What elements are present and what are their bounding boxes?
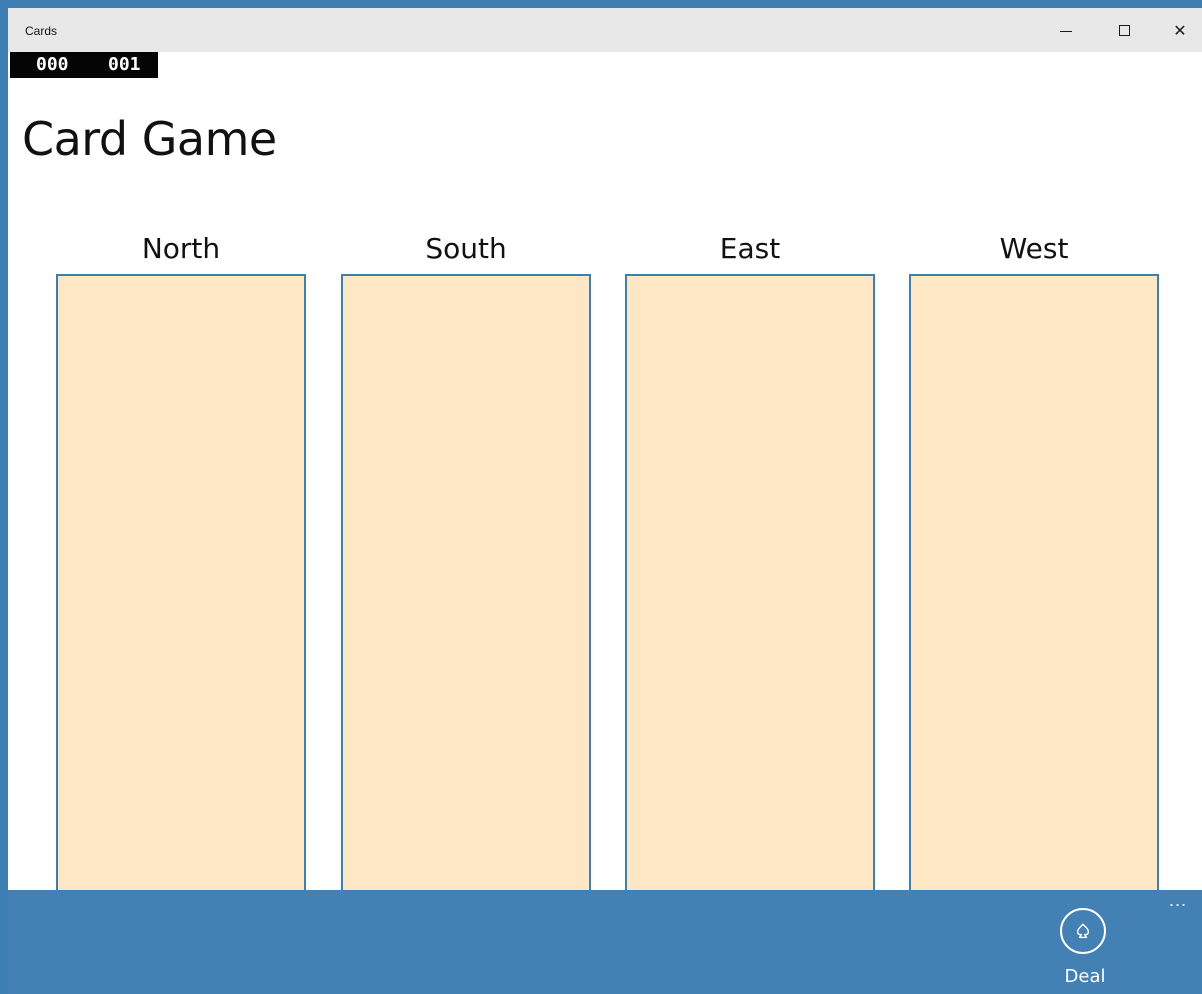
app-window: Cards ✕ 000 001 Card Game North South Ea…	[0, 0, 1202, 994]
frame-counter: 000 001	[10, 52, 158, 78]
counter-left: 000	[36, 54, 69, 75]
close-icon: ✕	[1173, 20, 1187, 40]
hand-north-label: North	[141, 232, 221, 265]
deal-button[interactable]: Deal	[1056, 908, 1114, 994]
app-bar: Deal ...	[8, 890, 1202, 994]
spade-icon	[1076, 923, 1090, 939]
title-bar[interactable]: Cards ✕	[8, 8, 1202, 52]
maximize-icon	[1118, 24, 1130, 36]
hand-east-panel[interactable]	[625, 274, 875, 894]
deal-label: Deal	[1064, 966, 1106, 987]
minimize-icon	[1060, 30, 1072, 32]
hand-north-panel[interactable]	[56, 274, 306, 894]
window-title: Cards	[25, 24, 58, 38]
more-button[interactable]: ...	[1163, 890, 1193, 912]
minimize-button[interactable]	[1038, 8, 1094, 52]
hand-south-label: South	[425, 232, 507, 265]
page-title: Card Game	[22, 112, 277, 166]
hand-west-label: West	[999, 232, 1069, 265]
counter-right: 001	[108, 54, 141, 75]
close-button[interactable]: ✕	[1152, 8, 1202, 52]
deal-icon-circle	[1060, 908, 1106, 954]
maximize-button[interactable]	[1096, 8, 1152, 52]
hand-west-panel[interactable]	[909, 274, 1159, 894]
hand-south-panel[interactable]	[341, 274, 591, 894]
hand-east-label: East	[719, 232, 781, 265]
